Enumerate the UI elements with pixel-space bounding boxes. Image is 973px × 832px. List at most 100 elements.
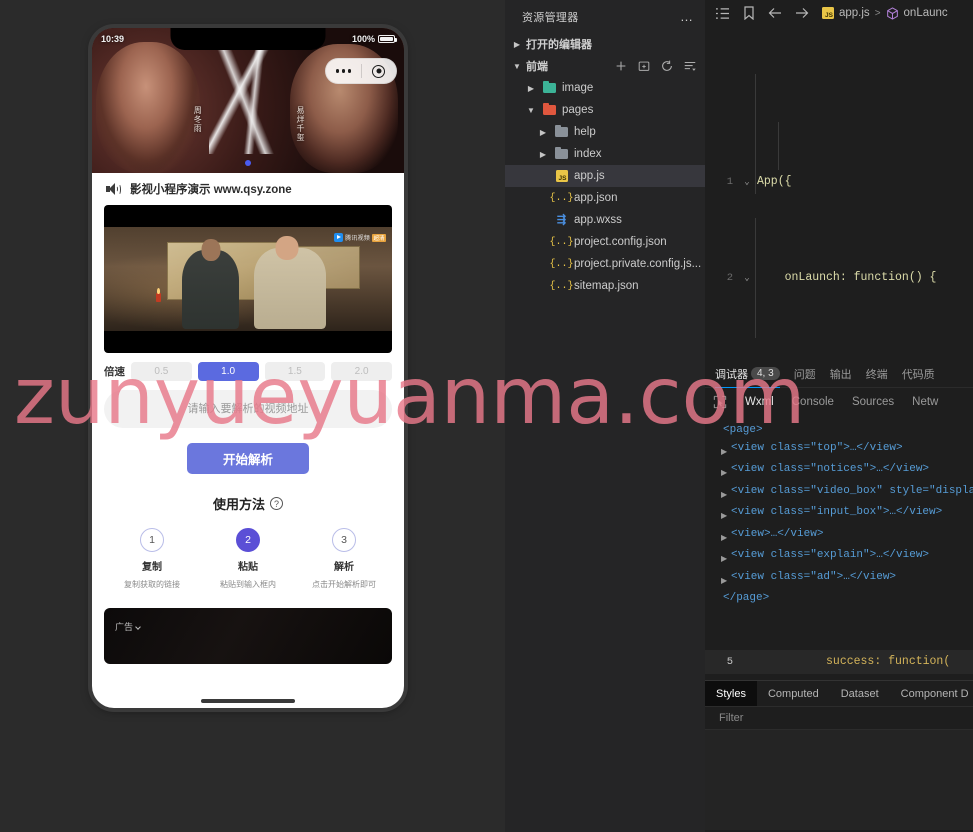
chevron-down-icon: ▼ bbox=[527, 105, 535, 115]
wechat-capsule[interactable] bbox=[325, 58, 397, 84]
expand-arrow-icon[interactable]: ▶ bbox=[721, 547, 731, 569]
bookmark-icon[interactable] bbox=[743, 6, 755, 20]
wxml-node-text: <view class="input_box">…</view> bbox=[731, 506, 943, 518]
tree-item-app-wxss[interactable]: ⇶ app.wxss bbox=[505, 209, 705, 231]
devtab-sources[interactable]: Sources bbox=[852, 396, 894, 408]
tree-item-app-json[interactable]: {..} app.json bbox=[505, 187, 705, 209]
tab-code-quality[interactable]: 代码质 bbox=[902, 360, 935, 388]
ellipsis-icon[interactable]: … bbox=[680, 9, 694, 24]
wxml-node[interactable]: ▶ <view class="ad">…</view> bbox=[713, 569, 973, 591]
speed-option-2[interactable]: 1.5 bbox=[264, 362, 326, 381]
wxml-node[interactable]: ▶ <view class="video_box" style="displa bbox=[713, 483, 973, 505]
arrow-right-icon[interactable] bbox=[795, 7, 809, 19]
video-box: 腾讯视频 超清 bbox=[92, 205, 404, 353]
styles-filter-input[interactable]: Filter bbox=[705, 706, 973, 730]
tree-item-label: app.json bbox=[574, 192, 618, 204]
ad-label: 广告 bbox=[115, 622, 134, 632]
new-file-icon[interactable] bbox=[614, 59, 628, 73]
section-open-editors-label: 打开的编辑器 bbox=[526, 39, 592, 51]
tree-item-index[interactable]: ▶ index bbox=[505, 143, 705, 165]
tab-styles[interactable]: Styles bbox=[705, 681, 757, 706]
section-open-editors[interactable]: ▶ 打开的编辑器 bbox=[505, 33, 705, 55]
json-file-icon: {..} bbox=[549, 192, 574, 204]
step-desc: 复制获取的链接 bbox=[124, 580, 180, 589]
tree-item-label: pages bbox=[562, 104, 594, 116]
folder-icon bbox=[554, 124, 569, 137]
arrow-left-icon[interactable] bbox=[768, 7, 782, 19]
expand-arrow-icon[interactable]: ▶ bbox=[721, 440, 731, 462]
breadcrumb-file[interactable]: app.js bbox=[839, 7, 870, 19]
expand-arrow-icon[interactable]: ▶ bbox=[721, 461, 731, 483]
video-logo-name: 腾讯视频 bbox=[345, 236, 370, 242]
speed-option-3[interactable]: 2.0 bbox=[331, 362, 392, 381]
breadcrumb[interactable]: JS app.js > onLaunc bbox=[822, 6, 948, 20]
expand-arrow-icon[interactable]: ▶ bbox=[721, 483, 731, 505]
fold-toggle[interactable]: ⌄ bbox=[739, 266, 755, 290]
wxml-node[interactable]: ▶ <view class="top">…</view> bbox=[713, 440, 973, 462]
tree-item-project-config[interactable]: {..} project.config.json bbox=[505, 231, 705, 253]
wxml-node[interactable]: <page> bbox=[713, 422, 973, 440]
wxml-tree: <page> ▶ <view class="top">…</view> ▶ <v… bbox=[705, 416, 973, 608]
tree-item-image[interactable]: ▶ image bbox=[505, 77, 705, 99]
refresh-icon[interactable] bbox=[660, 59, 674, 73]
capsule-menu-button[interactable] bbox=[326, 69, 361, 73]
collapse-all-icon[interactable] bbox=[683, 59, 697, 73]
devtab-console[interactable]: Console bbox=[792, 396, 834, 408]
tab-computed[interactable]: Computed bbox=[757, 681, 830, 706]
breadcrumb-separator: > bbox=[874, 7, 881, 19]
video-url-input[interactable] bbox=[104, 390, 392, 428]
tree-item-app-js[interactable]: JS app.js bbox=[505, 165, 705, 187]
battery-icon bbox=[378, 35, 397, 43]
tab-debugger[interactable]: 调试器 4, 3 bbox=[715, 360, 780, 388]
devtab-wxml[interactable]: Wxml bbox=[745, 396, 774, 408]
tab-component-data[interactable]: Component D bbox=[890, 681, 973, 706]
speed-option-1[interactable]: 1.0 bbox=[197, 362, 259, 381]
carousel-dot[interactable] bbox=[245, 160, 251, 166]
wxml-node-text: <view class="video_box" style="displa bbox=[731, 484, 973, 497]
devtools-tabbar: Wxml Console Sources Netw bbox=[705, 388, 973, 416]
step-desc: 点击开始解析即可 bbox=[312, 580, 376, 589]
status-time: 10:39 bbox=[101, 34, 125, 44]
wxml-node-text: <view class="top">…</view> bbox=[731, 441, 903, 454]
expand-arrow-icon[interactable]: ▶ bbox=[721, 569, 731, 591]
tab-output[interactable]: 输出 bbox=[830, 360, 852, 388]
expand-arrow-icon[interactable]: ▶ bbox=[721, 504, 731, 526]
tree-item-help[interactable]: ▶ help bbox=[505, 121, 705, 143]
breadcrumb-symbol[interactable]: onLaunc bbox=[904, 7, 948, 19]
tree-item-sitemap-json[interactable]: {..} sitemap.json bbox=[505, 275, 705, 297]
list-icon[interactable] bbox=[715, 7, 730, 20]
tree-item-pages[interactable]: ▼ pages bbox=[505, 99, 705, 121]
folder-pages-icon bbox=[542, 102, 557, 115]
ad-banner[interactable]: 广告 bbox=[104, 608, 392, 664]
parse-button[interactable]: 开始解析 bbox=[187, 443, 309, 474]
steps-list: 1 复制 复制获取的链接 2 粘贴 粘贴到输入框内 3 解析 点击开始解析即可 bbox=[104, 528, 392, 590]
tree-item-project-private-config[interactable]: {..} project.private.config.js... bbox=[505, 253, 705, 275]
capsule-close-button[interactable] bbox=[362, 64, 397, 78]
home-indicator bbox=[201, 699, 295, 703]
wxml-node[interactable]: ▶ <view class="explain">…</view> bbox=[713, 547, 973, 569]
poster-face-left bbox=[96, 42, 200, 173]
folder-image-icon bbox=[542, 80, 557, 93]
inspect-element-icon[interactable] bbox=[713, 395, 727, 409]
step-name: 粘贴 bbox=[238, 562, 258, 573]
question-circle-icon[interactable]: ? bbox=[270, 497, 283, 510]
tab-dataset[interactable]: Dataset bbox=[830, 681, 890, 706]
step-number: 1 bbox=[140, 528, 164, 552]
section-project[interactable]: ▼ 前端 bbox=[505, 55, 705, 77]
play-logo-icon bbox=[334, 233, 344, 242]
wxml-node[interactable]: </page> bbox=[713, 590, 973, 608]
tab-terminal[interactable]: 终端 bbox=[866, 360, 888, 388]
notice-bar[interactable]: 影视小程序演示 www.qsy.zone bbox=[92, 173, 404, 205]
video-player[interactable]: 腾讯视频 超清 bbox=[104, 205, 392, 353]
wxml-node[interactable]: ▶ <view class="input_box">…</view> bbox=[713, 504, 973, 526]
wxml-node[interactable]: ▶ <view>…</view> bbox=[713, 526, 973, 548]
expand-arrow-icon[interactable]: ▶ bbox=[721, 526, 731, 548]
line-number: 1 bbox=[726, 176, 733, 188]
ad-label-row[interactable]: 广告 bbox=[115, 620, 141, 633]
tab-problems[interactable]: 问题 bbox=[794, 360, 816, 388]
wxml-node[interactable]: ▶ <view class="notices">…</view> bbox=[713, 461, 973, 483]
speed-option-0[interactable]: 0.5 bbox=[131, 362, 192, 381]
fold-toggle[interactable]: ⌄ bbox=[739, 170, 755, 194]
new-folder-icon[interactable] bbox=[637, 59, 651, 73]
devtab-network[interactable]: Netw bbox=[912, 396, 938, 408]
